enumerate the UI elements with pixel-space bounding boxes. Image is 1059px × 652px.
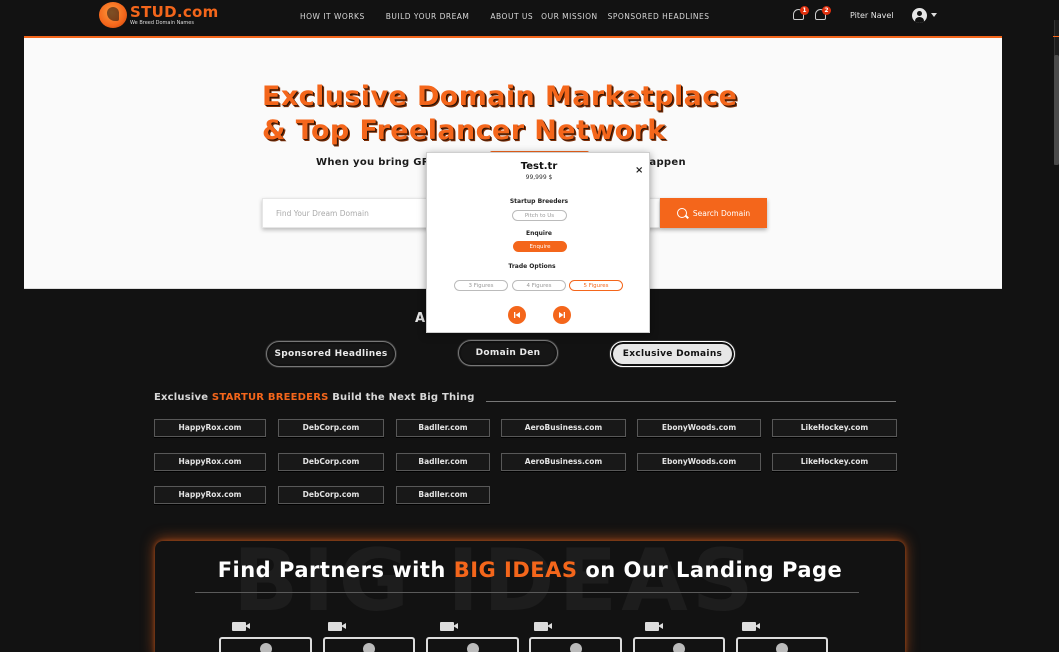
video-thumbnail[interactable] (529, 637, 622, 652)
enquire-label: Enquire (525, 230, 553, 237)
tab-sponsored-headlines[interactable]: Sponsored Headlines (266, 341, 396, 367)
domain-chip[interactable]: HappyRox.com (154, 453, 266, 471)
trade-option-4-figures[interactable]: 4 Figures (512, 280, 566, 291)
logo[interactable]: STUD.com We Breed Domain Names (99, 2, 219, 28)
nav-about-us[interactable]: ABOUT US (490, 12, 533, 21)
hero-title-line2: & Top Freelancer Network (262, 115, 666, 146)
domain-chip[interactable]: DebCorp.com (278, 453, 384, 471)
nav-sponsored-headlines[interactable]: SPONSORED HEADLINES (608, 12, 710, 21)
video-thumbnail[interactable] (426, 637, 519, 652)
video-card[interactable] (219, 622, 312, 652)
ideas-background-text: BIG IDEAS (233, 541, 758, 631)
video-thumbnail[interactable] (736, 637, 828, 652)
alerts-badge: 1 (800, 6, 809, 15)
hero-subtitle-left: When you bring GR (316, 157, 430, 168)
domain-chip[interactable]: DebCorp.com (278, 419, 384, 437)
ideas-title-post: on Our Landing Page (577, 558, 843, 582)
video-card[interactable] (633, 622, 725, 652)
video-camera-icon (328, 622, 346, 631)
video-camera-icon (742, 622, 760, 631)
nav-how-it-works[interactable]: HOW IT WORKS (300, 12, 365, 21)
video-card[interactable] (529, 622, 622, 652)
ideas-title: Find Partners with BIG IDEAS on Our Land… (155, 558, 905, 582)
modal-price: 99,999 $ (525, 174, 553, 181)
logo-name: STUD.com (130, 2, 219, 21)
domain-chip[interactable]: EbonyWoods.com (637, 453, 761, 471)
exclusive-heading-post: Build the Next Big Thing (328, 392, 475, 403)
scrollbar-thumb[interactable] (1054, 55, 1059, 165)
video-camera-icon (232, 622, 250, 631)
notifications-button[interactable]: 2 (814, 6, 831, 24)
trade-option-5-figures[interactable]: 5 Figures (569, 280, 623, 291)
video-camera-icon (534, 622, 552, 631)
video-camera-icon (440, 622, 458, 631)
user-avatar-icon[interactable] (911, 7, 927, 23)
domain-chip[interactable]: AeroBusiness.com (501, 453, 626, 471)
startup-breeders-label: Startup Breeders (509, 198, 569, 205)
ideas-title-pre: Find Partners with (217, 558, 454, 582)
domain-chip[interactable]: HappyRox.com (154, 486, 266, 504)
exclusive-heading: Exclusive STARTUR BREEDERS Build the Nex… (154, 392, 475, 403)
domain-chip[interactable]: DebCorp.com (278, 486, 384, 504)
user-area: 1 2 Piter Navel (792, 6, 937, 24)
next-button[interactable] (553, 306, 571, 324)
top-navbar: STUD.com We Breed Domain Names HOW IT WO… (0, 0, 1059, 32)
search-icon (676, 208, 687, 218)
video-card[interactable] (736, 622, 828, 652)
exclusive-heading-highlight: STARTUR BREEDERS (211, 392, 329, 403)
domain-chip[interactable]: EbonyWoods.com (637, 419, 761, 437)
skip-previous-icon (514, 312, 520, 318)
domain-chip[interactable]: AeroBusiness.com (501, 419, 626, 437)
hero-title: Exclusive Domain Marketplace & Top Freel… (262, 80, 782, 148)
domain-chip[interactable]: HappyRox.com (154, 419, 266, 437)
chevron-down-icon[interactable] (930, 13, 937, 17)
video-thumbnail[interactable] (219, 637, 312, 652)
divider (1053, 36, 1059, 37)
pitch-to-us-button[interactable]: Pitch to Us (512, 210, 567, 221)
modal-domain-name: Test.tr (520, 161, 558, 172)
video-card[interactable] (323, 622, 415, 652)
section-heading-partial: A (415, 311, 426, 326)
skip-next-icon (559, 312, 565, 318)
enquire-button[interactable]: Enquire (513, 241, 567, 252)
domain-chip[interactable]: LikeHockey.com (772, 419, 897, 437)
user-name[interactable]: Piter Navel (850, 11, 894, 20)
domain-chip[interactable]: Badller.com (396, 486, 490, 504)
domain-chip[interactable]: Badller.com (396, 419, 490, 437)
video-camera-icon (645, 622, 663, 631)
domain-chip[interactable]: Badller.com (396, 453, 490, 471)
tab-exclusive-domains[interactable]: Exclusive Domains (610, 341, 735, 367)
nav-build-your-dream[interactable]: BUILD YOUR DREAM (386, 12, 470, 21)
video-thumbnail[interactable] (323, 637, 415, 652)
big-ideas-panel: BIG IDEAS Find Partners with BIG IDEAS o… (155, 541, 905, 652)
domain-chip[interactable]: LikeHockey.com (772, 453, 897, 471)
main-nav: HOW IT WORKS BUILD YOUR DREAM ABOUT US O… (300, 12, 730, 21)
previous-button[interactable] (508, 306, 526, 324)
tab-domain-den[interactable]: Domain Den (458, 340, 558, 366)
divider (195, 592, 859, 593)
video-thumbnail[interactable] (633, 637, 725, 652)
alerts-button[interactable]: 1 (792, 6, 809, 24)
notifications-badge: 2 (822, 6, 831, 15)
trade-option-3-figures[interactable]: 3 Figures (454, 280, 508, 291)
horse-logo-icon (99, 2, 127, 28)
logo-tagline: We Breed Domain Names (130, 19, 194, 26)
hero-title-line1: Exclusive Domain Marketplace (262, 81, 738, 112)
nav-our-mission[interactable]: OUR MISSION (541, 12, 597, 21)
search-domain-button[interactable]: Search Domain (660, 198, 767, 228)
ideas-title-highlight: BIG IDEAS (453, 558, 578, 582)
trade-options-label: Trade Options (508, 263, 556, 270)
close-icon[interactable]: × (635, 166, 643, 176)
exclusive-heading-pre: Exclusive (154, 392, 212, 403)
divider (486, 401, 896, 402)
video-card[interactable] (426, 622, 519, 652)
search-button-label: Search Domain (692, 208, 751, 218)
domain-modal: Test.tr 99,999 $ × Startup Breeders Pitc… (426, 152, 650, 333)
